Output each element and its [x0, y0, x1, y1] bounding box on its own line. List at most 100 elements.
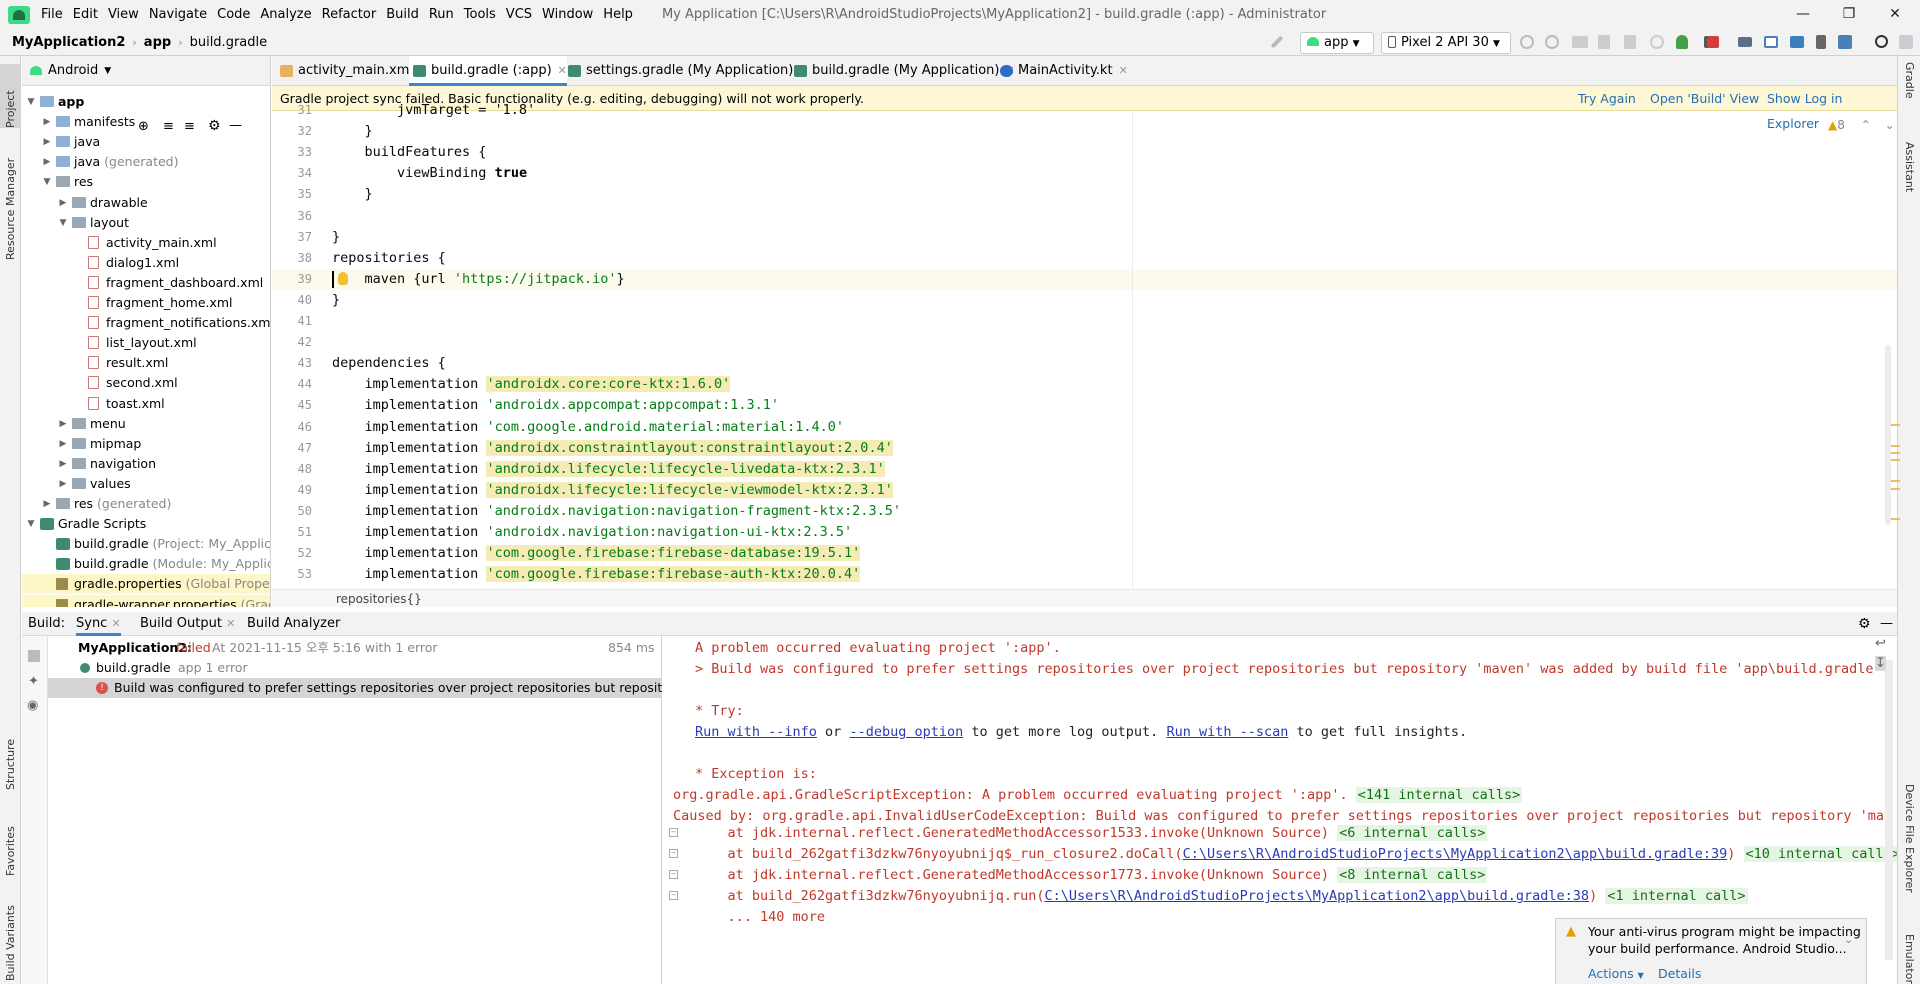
- tree-item[interactable]: ▼ Gradle Scripts: [22, 514, 270, 534]
- tab-sync[interactable]: Sync ✕: [76, 612, 121, 636]
- tab-build-gradle-app[interactable]: build.gradle (:app) ✕: [409, 56, 567, 86]
- close-window-icon[interactable]: ✕: [1872, 0, 1918, 29]
- code-line[interactable]: implementation 'androidx.appcompat:appco…: [332, 395, 780, 416]
- code-line[interactable]: implementation 'androidx.navigation:navi…: [332, 522, 853, 543]
- search-icon[interactable]: [1875, 35, 1888, 48]
- line-number[interactable]: 45: [272, 395, 312, 416]
- tree-item[interactable]: ▼ app: [22, 92, 270, 112]
- tab-build-output[interactable]: Build Output ✕: [140, 612, 235, 636]
- scroll-to-end-icon[interactable]: ↧: [1875, 656, 1886, 671]
- minimize-icon[interactable]: —: [1780, 0, 1826, 29]
- tree-item[interactable]: gradle-wrapper.properties (Gradle V: [22, 594, 270, 607]
- code-line[interactable]: implementation 'com.google.firebase:fire…: [332, 564, 861, 585]
- menu-edit[interactable]: Edit: [68, 0, 103, 29]
- run-with-scan-link[interactable]: Run with --scan: [1166, 724, 1288, 740]
- tree-item[interactable]: ▼ res: [22, 172, 270, 192]
- code-line[interactable]: implementation 'androidx.lifecycle:lifec…: [332, 480, 893, 501]
- build-gradle-39-link[interactable]: C:\Users\R\AndroidStudioProjects\MyAppli…: [1183, 846, 1728, 862]
- chevron-right-icon[interactable]: ▶: [42, 112, 52, 132]
- internal-calls-fold[interactable]: <1 internal call>: [1605, 888, 1748, 904]
- code-breadcrumb[interactable]: repositories{}: [272, 589, 1897, 607]
- line-number[interactable]: 51: [272, 522, 312, 543]
- tree-item[interactable]: dialog1.xml: [22, 253, 270, 273]
- device-manager-icon[interactable]: [1816, 35, 1826, 49]
- menu-file[interactable]: File: [36, 0, 68, 29]
- tree-item[interactable]: toast.xml: [22, 394, 270, 414]
- tree-item[interactable]: ▶ menu: [22, 414, 270, 434]
- sync-list-icon[interactable]: [1572, 36, 1588, 48]
- menu-tools[interactable]: Tools: [459, 0, 501, 29]
- chevron-right-icon[interactable]: ▶: [58, 414, 68, 434]
- line-number[interactable]: 36: [272, 206, 312, 227]
- tree-item[interactable]: gradle.properties (Global Properties: [22, 574, 270, 595]
- pin-icon[interactable]: ✦: [28, 674, 39, 689]
- debug-bug-icon[interactable]: [1676, 35, 1688, 49]
- chevron-right-icon[interactable]: ▶: [42, 152, 52, 172]
- code-line[interactable]: implementation 'androidx.core:core-ktx:1…: [332, 374, 731, 395]
- editor-scrollbar[interactable]: [1885, 345, 1891, 525]
- tree-item[interactable]: ▶ res (generated): [22, 494, 270, 514]
- internal-calls-fold[interactable]: <141 internal calls>: [1355, 787, 1523, 803]
- tab-settings-gradle[interactable]: settings.gradle (My Application)✕: [564, 56, 809, 86]
- line-number[interactable]: 37: [272, 227, 312, 248]
- code-line[interactable]: implementation 'androidx.lifecycle:lifec…: [332, 459, 885, 480]
- chevron-down-icon[interactable]: ▼: [58, 213, 68, 233]
- tree-item[interactable]: activity_main.xml: [22, 233, 270, 253]
- tree-item[interactable]: second.xml: [22, 373, 270, 393]
- line-number[interactable]: 35: [272, 184, 312, 205]
- tree-item[interactable]: ▶ manifests: [22, 112, 270, 132]
- tool-tab-favorites[interactable]: Favorites: [0, 806, 21, 876]
- code-line[interactable]: }: [332, 121, 373, 142]
- sdk-manager-icon[interactable]: [1764, 36, 1778, 48]
- chevron-down-icon[interactable]: ▼: [104, 66, 111, 76]
- close-tab-icon[interactable]: ✕: [1119, 64, 1128, 77]
- gear-icon[interactable]: ⚙: [1858, 612, 1871, 636]
- chevron-down-icon[interactable]: ▼: [26, 92, 36, 112]
- code-line[interactable]: implementation 'com.google.firebase:fire…: [332, 543, 861, 564]
- details-link[interactable]: Details: [1658, 966, 1701, 981]
- fold-icon[interactable]: −: [669, 870, 678, 879]
- code-line[interactable]: buildFeatures {: [332, 142, 487, 163]
- build-gradle-38-link[interactable]: C:\Users\R\AndroidStudioProjects\MyAppli…: [1045, 888, 1590, 904]
- apply-changes-icon[interactable]: [1545, 35, 1559, 49]
- user-avatar-icon[interactable]: [1899, 35, 1913, 49]
- line-number[interactable]: 38: [272, 248, 312, 269]
- line-number[interactable]: 49: [272, 480, 312, 501]
- breadcrumb-project[interactable]: MyApplication2: [8, 35, 129, 50]
- device-select[interactable]: Pixel 2 API 30 ▼: [1381, 32, 1511, 54]
- menu-navigate[interactable]: Navigate: [144, 0, 212, 29]
- code-line[interactable]: repositories {: [332, 248, 446, 269]
- tab-mainactivity-kt[interactable]: MainActivity.kt ✕: [996, 56, 1128, 86]
- line-number[interactable]: 48: [272, 459, 312, 480]
- breadcrumb-file[interactable]: build.gradle: [186, 35, 272, 50]
- restore-icon[interactable]: ❐: [1826, 0, 1872, 29]
- line-number[interactable]: 46: [272, 417, 312, 438]
- fold-icon[interactable]: −: [669, 849, 678, 858]
- tree-item[interactable]: ▶ drawable: [22, 193, 270, 213]
- layout-inspector-icon[interactable]: [1838, 35, 1852, 49]
- tree-item[interactable]: result.xml: [22, 353, 270, 373]
- tool-tab-gradle[interactable]: Gradle: [1898, 62, 1920, 122]
- internal-calls-fold[interactable]: <6 internal calls>: [1337, 825, 1488, 841]
- line-number[interactable]: 39: [272, 269, 312, 290]
- menu-refactor[interactable]: Refactor: [317, 0, 382, 29]
- internal-calls-fold[interactable]: <10 internal calls>: [1743, 846, 1897, 862]
- debug-option-link[interactable]: --debug option: [849, 724, 963, 740]
- try-again-link[interactable]: Try Again: [1578, 86, 1636, 111]
- line-number[interactable]: 43: [272, 353, 312, 374]
- line-number[interactable]: 33: [272, 142, 312, 163]
- internal-calls-fold[interactable]: <8 internal calls>: [1337, 867, 1488, 883]
- chevron-right-icon[interactable]: ▶: [42, 132, 52, 152]
- avd-manager-icon[interactable]: [1738, 37, 1752, 47]
- debug-icon[interactable]: [1598, 35, 1610, 49]
- stop-build-icon[interactable]: [28, 650, 40, 662]
- rerun-icon[interactable]: [1520, 35, 1534, 49]
- tree-item[interactable]: ▶ java: [22, 132, 270, 152]
- menu-view[interactable]: View: [103, 0, 144, 29]
- chevron-right-icon[interactable]: ▶: [58, 454, 68, 474]
- tool-tab-emulator[interactable]: Emulator: [1898, 934, 1920, 984]
- line-number[interactable]: 40: [272, 290, 312, 311]
- fold-icon[interactable]: −: [669, 828, 678, 837]
- tree-item[interactable]: ▶ navigation: [22, 454, 270, 474]
- code-line[interactable]: implementation 'androidx.navigation:navi…: [332, 501, 901, 522]
